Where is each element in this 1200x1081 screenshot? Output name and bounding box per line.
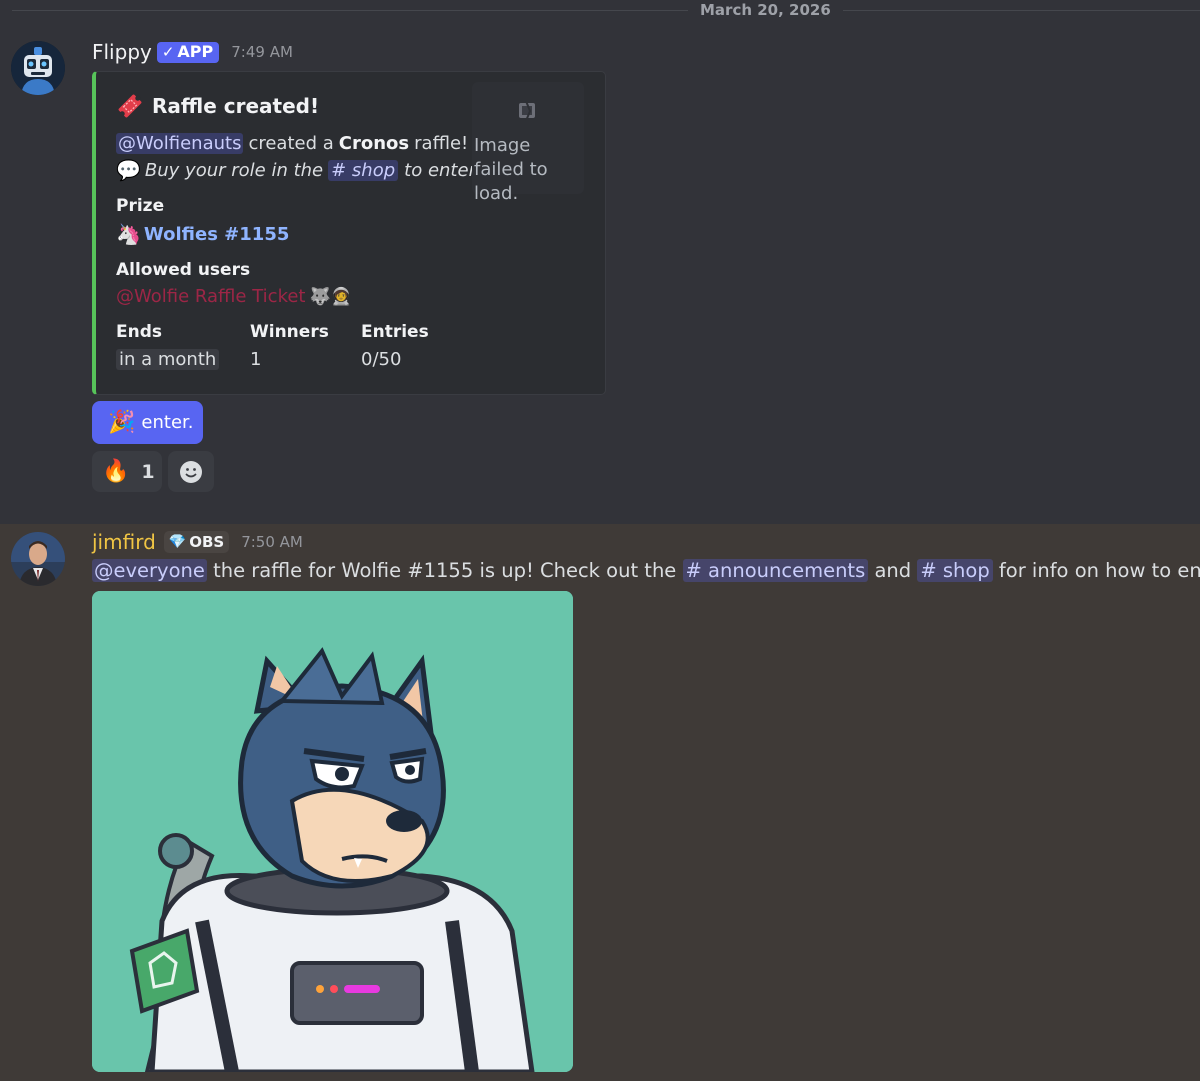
prize-value: 🦄 Wolfies #1155 <box>116 222 290 246</box>
embed-desc-line2: 💬 Buy your role in the # shop to enter! <box>116 158 484 182</box>
prize-label: Prize <box>116 196 165 216</box>
role-mention[interactable]: @Wolfie Raffle Ticket <box>116 286 305 307</box>
message-flippy: Flippy ✓ APP 7:49 AM Raffle created! @Wol… <box>0 22 1200 524</box>
date-divider-line <box>12 10 1200 11</box>
timestamp[interactable]: 7:49 AM <box>231 43 293 61</box>
message-jimfird: jimfird 💎 OBS 7:50 AM @everyone the raffl… <box>0 524 1200 1081</box>
avatar[interactable] <box>11 532 65 586</box>
check-icon: ✓ <box>161 42 175 61</box>
add-reaction-button[interactable] <box>168 451 214 492</box>
username[interactable]: Flippy <box>92 40 152 64</box>
username[interactable]: jimfird <box>92 530 156 554</box>
avatar[interactable] <box>11 41 65 95</box>
winners-label: Winners <box>250 322 329 342</box>
user-mention[interactable]: @Wolfienauts <box>116 133 244 154</box>
winners-value: 1 <box>250 349 262 370</box>
channel-link-shop[interactable]: # shop <box>917 559 993 582</box>
wolfie-image[interactable] <box>92 591 573 1072</box>
message-content: @everyone the raffle for Wolfie #1155 is… <box>92 559 1200 582</box>
ticket-icon <box>118 94 142 118</box>
app-tag: ✓ APP <box>156 41 220 63</box>
embed-desc-line1: @Wolfienauts created a Cronos raffle! <box>116 133 469 154</box>
thumbnail-failed: Image failed to load. <box>472 82 584 204</box>
raffle-embed: Raffle created! @Wolfienauts created a C… <box>92 71 606 395</box>
allowed-users-label: Allowed users <box>116 260 251 280</box>
broken-image-icon <box>519 100 535 122</box>
speech-bubble-icon: 💬 <box>116 158 141 182</box>
allowed-users-value: @Wolfie Raffle Ticket 🐺🧑‍🚀 <box>116 286 352 307</box>
image-failed-text: Image failed to load. <box>474 135 548 204</box>
everyone-mention[interactable]: @everyone <box>92 559 207 582</box>
enter-button[interactable]: 🎉 enter. <box>92 401 203 444</box>
reaction-fire[interactable]: 🔥 1 <box>92 451 162 492</box>
fire-icon: 🔥 <box>102 459 130 484</box>
entries-label: Entries <box>361 322 429 342</box>
date-divider: March 20, 2026 <box>688 1 843 19</box>
reaction-count: 1 <box>141 460 155 483</box>
smiley-icon <box>180 460 202 483</box>
guild-tag[interactable]: 💎 OBS <box>163 531 230 553</box>
timestamp[interactable]: 7:50 AM <box>241 533 303 551</box>
ends-value: in a month <box>116 349 220 370</box>
ends-label: Ends <box>116 322 163 342</box>
gem-icon: 💎 <box>168 534 187 550</box>
unicorn-icon: 🦄 <box>116 222 141 246</box>
wolf-astronaut-icon: 🐺🧑‍🚀 <box>309 286 352 307</box>
party-popper-icon: 🎉 <box>108 410 136 435</box>
channel-link-announcements[interactable]: # announcements <box>682 559 869 582</box>
embed-title: Raffle created! <box>116 92 319 120</box>
entries-value: 0/50 <box>361 349 402 370</box>
channel-link-shop[interactable]: # shop <box>328 159 399 181</box>
